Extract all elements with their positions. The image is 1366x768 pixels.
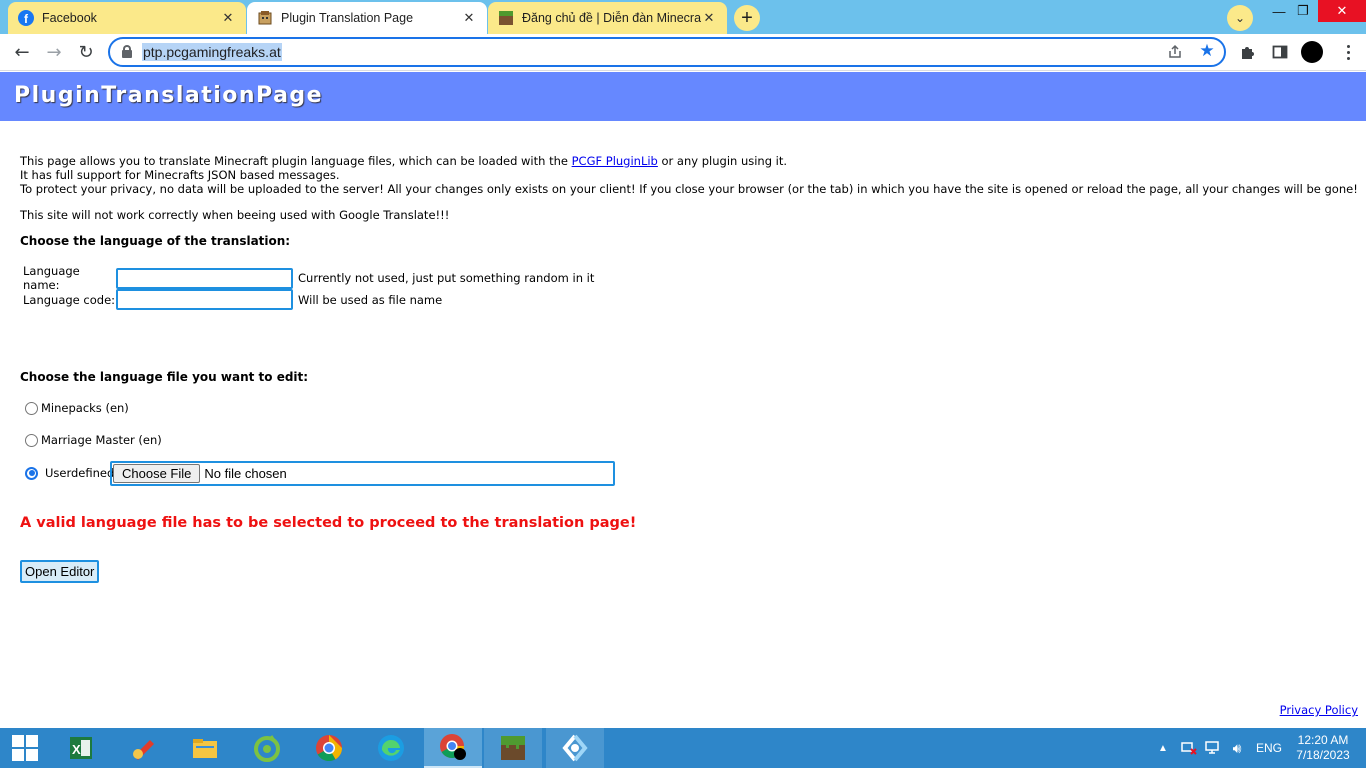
excel-icon[interactable]: X	[52, 728, 110, 768]
tab-label: Facebook	[42, 11, 97, 25]
tab-label: Đăng chủ đề | Diễn đàn Minecraft	[522, 11, 701, 25]
browser-toolbar: ← → ↻ ptp.pcgamingfreaks.at ★	[0, 34, 1366, 71]
option-label: Userdefined	[45, 466, 115, 480]
chrome-profile-icon[interactable]	[424, 728, 482, 768]
close-icon[interactable]: ✕	[461, 10, 477, 26]
intro-part2: or any plugin using it.	[657, 154, 788, 168]
file-input[interactable]: Choose File No file chosen	[110, 461, 615, 486]
open-editor-button[interactable]: Open Editor	[20, 560, 100, 583]
chrome-icon[interactable]	[300, 728, 358, 768]
pcgf-pluginlib-link[interactable]: PCGF PluginLib	[572, 154, 658, 168]
tab-label: Plugin Translation Page	[281, 11, 414, 25]
tab-facebook[interactable]: f Facebook ✕	[8, 2, 246, 34]
lock-icon[interactable]	[122, 45, 132, 58]
new-tab-button[interactable]: +	[734, 5, 760, 31]
edge-icon[interactable]	[362, 728, 420, 768]
windows-start-icon[interactable]	[0, 728, 50, 768]
tab-minecraft-forum[interactable]: Đăng chủ đề | Diễn đàn Minecraft ✕	[488, 2, 727, 34]
language-name-hint: Currently not used, just put something r…	[298, 271, 595, 285]
radio-minepacks[interactable]	[25, 401, 38, 415]
coccoc-icon[interactable]	[238, 728, 296, 768]
error-message: A valid language file has to be selected…	[20, 515, 637, 531]
option-label: Marriage Master (en)	[41, 433, 162, 447]
device-icon[interactable]	[1202, 728, 1222, 768]
close-icon[interactable]: ✕	[701, 10, 717, 26]
close-icon[interactable]: ✕	[220, 10, 236, 26]
intro-line3: To protect your privacy, no data will be…	[20, 182, 1358, 196]
choose-file-button[interactable]: Choose File	[113, 464, 201, 483]
page-content: PluginTranslationPage This page allows y…	[0, 72, 1366, 728]
intro-text: This page allows you to translate Minecr…	[20, 154, 1358, 196]
language-code-label: Language code:	[23, 292, 116, 307]
file-status-text: No file chosen	[204, 466, 287, 481]
tab-plugin-translation-page[interactable]: Plugin Translation Page ✕	[247, 2, 487, 34]
app-launcher-icon[interactable]	[546, 728, 604, 768]
option-minepacks[interactable]: Minepacks (en)	[25, 401, 129, 415]
minecraft-grass-icon	[498, 10, 514, 26]
clock-time: 12:20 AM	[1297, 733, 1349, 747]
file-heading: Choose the language file you want to edi…	[20, 370, 309, 384]
bookmark-star-icon[interactable]: ★	[1198, 41, 1216, 61]
reload-icon[interactable]: ↻	[72, 38, 100, 66]
ptp-favicon-icon	[257, 10, 273, 26]
menu-icon[interactable]	[1340, 41, 1356, 63]
header-banner: PluginTranslationPage	[0, 72, 1366, 121]
radio-userdefined[interactable]	[25, 466, 38, 480]
language-code-row: Language code: Will be used as file name	[23, 289, 442, 310]
network-status-icon[interactable]	[1178, 728, 1200, 768]
share-icon[interactable]	[1166, 43, 1184, 61]
ccleaner-icon[interactable]	[114, 728, 172, 768]
facebook-icon: f	[18, 10, 34, 26]
language-indicator[interactable]: ENG	[1252, 728, 1286, 768]
address-bar[interactable]: ptp.pcgamingfreaks.at ★	[108, 37, 1226, 67]
system-clock[interactable]: 12:20 AM 7/18/2023	[1290, 733, 1356, 763]
option-label: Minepacks (en)	[41, 401, 129, 415]
page-title: PluginTranslationPage	[14, 83, 324, 108]
extensions-icon[interactable]	[1238, 42, 1258, 62]
option-userdefined[interactable]: Userdefined	[25, 466, 114, 480]
url-text[interactable]: ptp.pcgamingfreaks.at	[142, 43, 282, 61]
minecraft-icon[interactable]	[484, 728, 542, 768]
language-name-label: Language name:	[23, 264, 80, 292]
tab-search-icon[interactable]: ⌄	[1227, 5, 1253, 31]
forward-icon[interactable]: →	[40, 38, 68, 66]
tray-chevron-icon[interactable]: ▲	[1156, 728, 1170, 768]
language-code-hint: Will be used as file name	[298, 292, 443, 307]
restore-icon[interactable]: ❐	[1284, 0, 1322, 22]
clock-date: 7/18/2023	[1296, 748, 1350, 762]
language-code-input[interactable]	[116, 289, 293, 310]
language-name-row: Language name: Currently not used, just …	[23, 264, 594, 292]
privacy-policy-link[interactable]: Privacy Policy	[1280, 703, 1358, 717]
option-marriage-master[interactable]: Marriage Master (en)	[25, 433, 162, 447]
tab-strip: f Facebook ✕ Plugin Translation Page ✕ Đ…	[0, 0, 1366, 34]
back-icon[interactable]: ←	[8, 38, 36, 66]
intro-part1: This page allows you to translate Minecr…	[20, 154, 572, 168]
window-close-icon[interactable]: ✕	[1318, 0, 1366, 22]
language-heading: Choose the language of the translation:	[20, 234, 291, 248]
google-translate-warning: This site will not work correctly when b…	[20, 208, 450, 222]
svg-text:X: X	[72, 742, 81, 757]
side-panel-icon[interactable]	[1270, 42, 1290, 62]
windows-taskbar: X ▲ 🔊︎ ENG 12:20 AM 7/18/2023	[0, 728, 1366, 768]
file-explorer-icon[interactable]	[176, 728, 234, 768]
intro-line2: It has full support for Minecrafts JSON …	[20, 168, 340, 182]
profile-avatar[interactable]	[1301, 41, 1323, 63]
language-name-input[interactable]	[116, 267, 293, 289]
volume-icon[interactable]: 🔊︎	[1226, 728, 1248, 768]
radio-marriage-master[interactable]	[25, 433, 38, 447]
